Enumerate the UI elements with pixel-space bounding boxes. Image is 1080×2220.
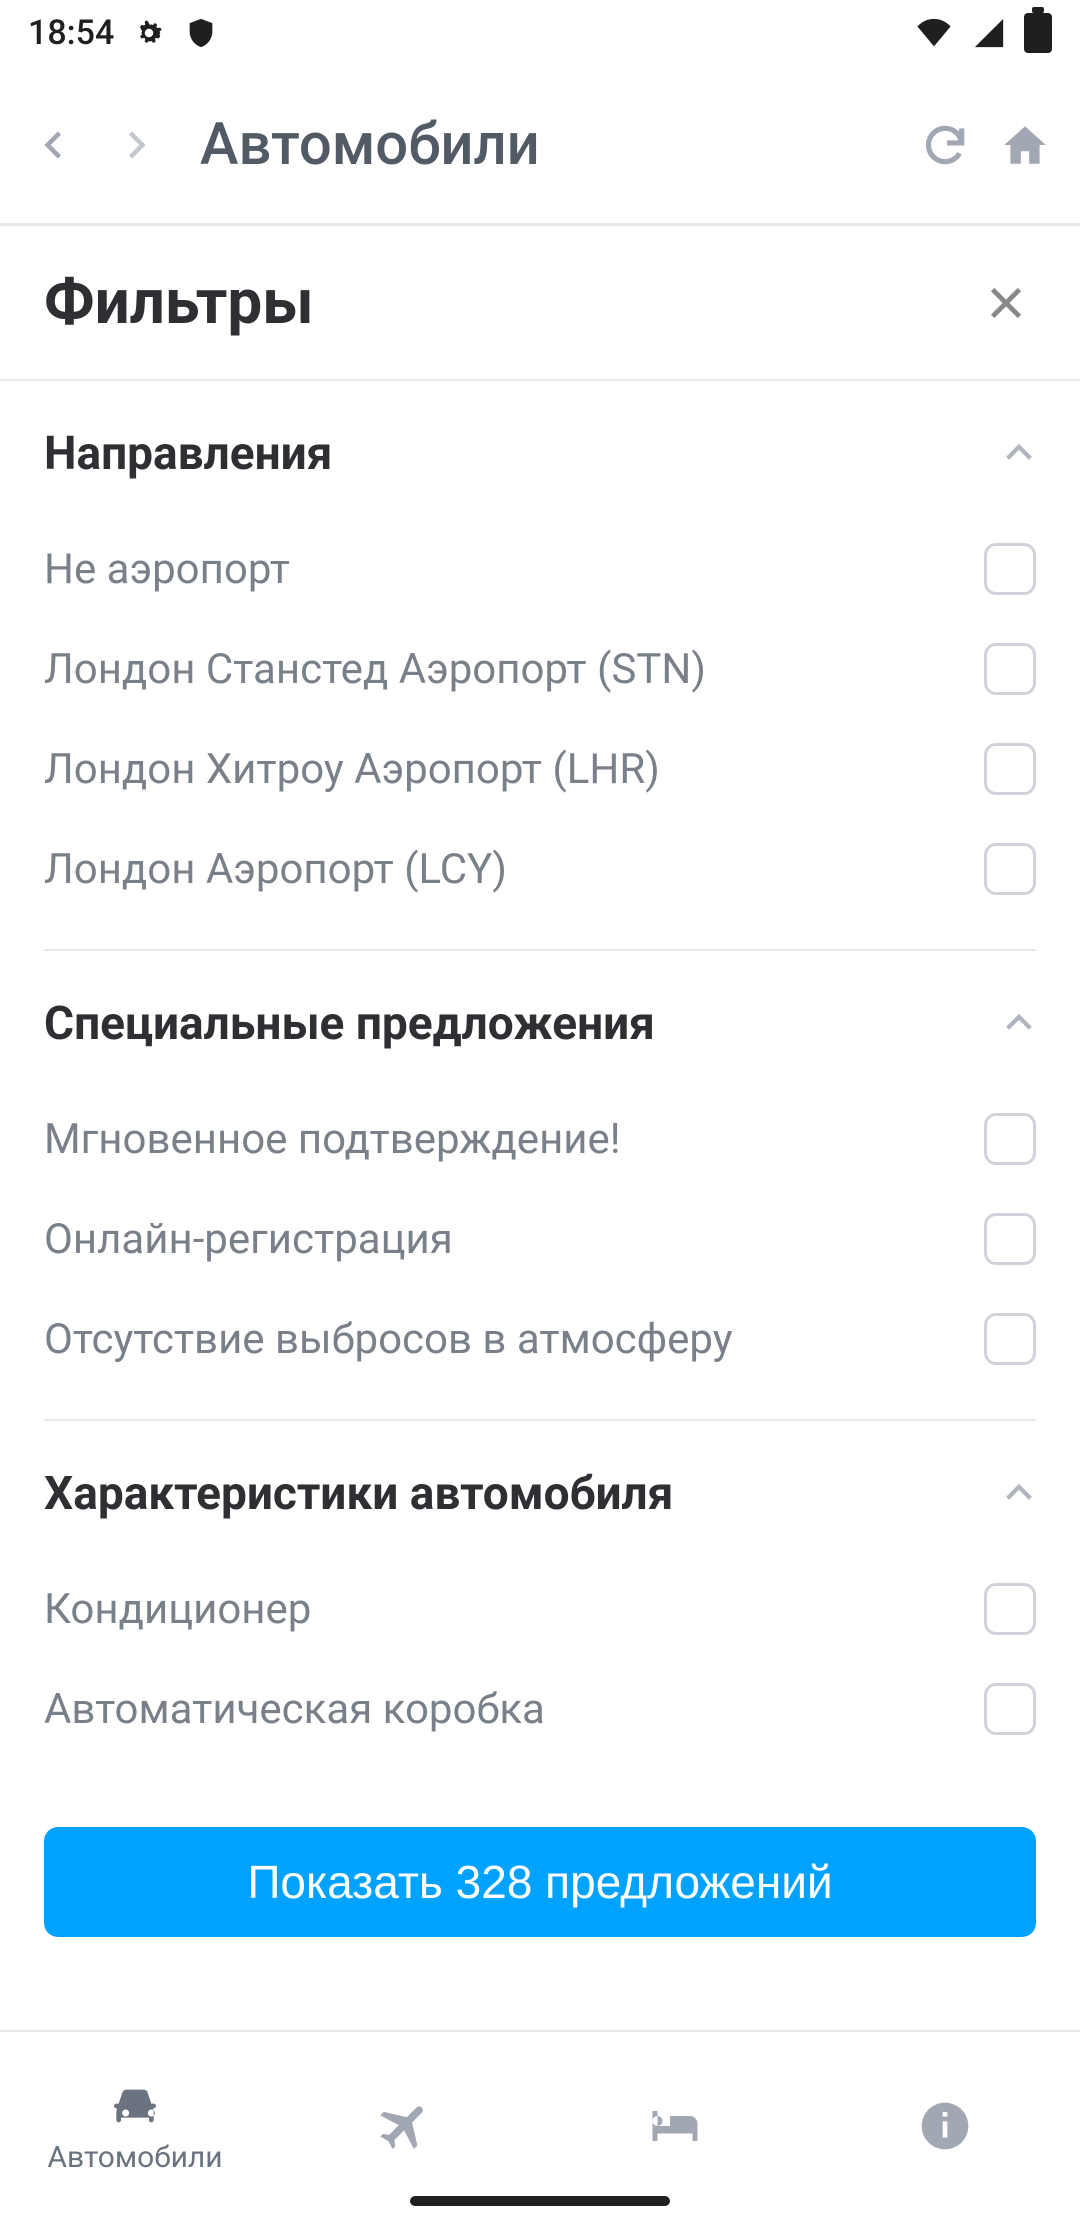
filter-option[interactable]: Не аэропорт [44,519,1036,619]
shield-icon [184,16,218,50]
chevron-up-icon [1002,1477,1036,1511]
section-title: Специальные предложения [44,997,655,1051]
info-icon [917,2098,973,2154]
checkbox[interactable] [984,1583,1036,1635]
filter-option[interactable]: Мгновенное подтверждение! [44,1089,1036,1189]
section-directions: Направления Не аэропорт Лондон Станстед … [0,381,1080,951]
nav-label: Автомобили [47,2140,222,2175]
section-title: Характеристики автомобиля [44,1467,673,1521]
option-label: Мгновенное подтверждение! [44,1115,621,1164]
option-label: Онлайн-регистрация [44,1215,453,1264]
filters-header: Фильтры [0,226,1080,381]
nav-hotels[interactable] [540,2032,810,2220]
option-label: Автоматическая коробка [44,1685,545,1734]
nav-flights[interactable] [270,2032,540,2220]
gesture-bar [410,2196,670,2206]
filter-option[interactable]: Автоматическая коробка [44,1659,1036,1759]
section-header[interactable]: Специальные предложения [44,951,1036,1089]
status-left: 18:54 [28,13,218,53]
checkbox[interactable] [984,643,1036,695]
option-label: Лондон Хитроу Аэропорт (LHR) [44,745,660,794]
app-header: Автомобили [0,66,1080,226]
close-icon [983,280,1029,326]
chevron-left-icon [37,127,73,163]
cta-wrap: Показать 328 предложений [44,1827,1036,1937]
checkbox[interactable] [984,1213,1036,1265]
cell-signal-icon [972,16,1006,50]
option-label: Лондон Станстед Аэропорт (STN) [44,645,706,694]
bottom-nav: Автомобили [0,2030,1080,2220]
back-button[interactable] [20,110,90,180]
checkbox[interactable] [984,743,1036,795]
section-header[interactable]: Направления [44,381,1036,519]
filter-option[interactable]: Лондон Хитроу Аэропорт (LHR) [44,719,1036,819]
forward-button[interactable] [100,110,170,180]
home-icon [1000,120,1050,170]
car-icon [105,2078,165,2134]
checkbox[interactable] [984,843,1036,895]
status-right [914,13,1052,53]
option-label: Лондон Аэропорт (LCY) [44,845,507,894]
refresh-button[interactable] [910,110,980,180]
checkbox[interactable] [984,1113,1036,1165]
wifi-icon [914,16,954,50]
checkbox[interactable] [984,543,1036,595]
airplane-icon [375,2096,435,2156]
section-title: Направления [44,427,332,481]
section-special: Специальные предложения Мгновенное подтв… [0,951,1080,1421]
filter-option[interactable]: Лондон Аэропорт (LCY) [44,819,1036,919]
show-results-button[interactable]: Показать 328 предложений [44,1827,1036,1937]
filter-option[interactable]: Онлайн-регистрация [44,1189,1036,1289]
refresh-icon [920,120,970,170]
option-label: Не аэропорт [44,545,290,594]
gear-icon [132,16,166,50]
checkbox[interactable] [984,1313,1036,1365]
status-time: 18:54 [28,13,114,53]
chevron-up-icon [1002,437,1036,471]
filter-option[interactable]: Кондиционер [44,1559,1036,1659]
close-button[interactable] [976,273,1036,333]
section-header[interactable]: Характеристики автомобиля [44,1421,1036,1559]
chevron-up-icon [1002,1007,1036,1041]
option-label: Отсутствие выбросов в атмосферу [44,1315,733,1364]
chevron-right-icon [117,127,153,163]
filters-title: Фильтры [44,266,314,339]
filter-option[interactable]: Отсутствие выбросов в атмосферу [44,1289,1036,1389]
page-title: Автомобили [200,111,900,179]
status-bar: 18:54 [0,0,1080,66]
checkbox[interactable] [984,1683,1036,1735]
home-button[interactable] [990,110,1060,180]
nav-cars[interactable]: Автомобили [0,2032,270,2220]
bed-icon [642,2096,708,2156]
nav-info[interactable] [810,2032,1080,2220]
battery-icon [1024,13,1052,53]
filter-option[interactable]: Лондон Станстед Аэропорт (STN) [44,619,1036,719]
filters-scroll[interactable]: Направления Не аэропорт Лондон Станстед … [0,381,1080,2001]
option-label: Кондиционер [44,1585,311,1634]
